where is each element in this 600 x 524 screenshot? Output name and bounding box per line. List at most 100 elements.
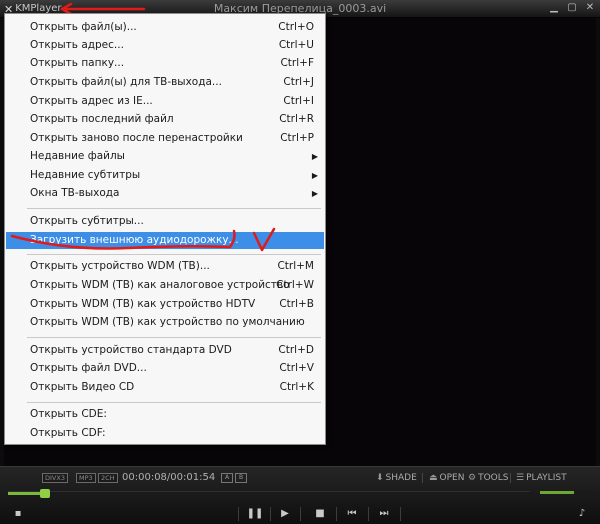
menu-item-open-folder[interactable]: Открыть папку... Ctrl+F xyxy=(6,55,324,72)
volume-bar[interactable] xyxy=(540,491,596,495)
previous-button[interactable]: ⏮ xyxy=(342,507,362,521)
menu-item-label: Открыть файл DVD... xyxy=(30,362,147,374)
menu-item-open-wdm-device[interactable]: Открыть устройство WDM (ТВ)... Ctrl+M xyxy=(6,258,324,275)
menu-item-label: Открыть файл(ы) для ТВ-выхода... xyxy=(30,76,222,88)
menu-item-label: Открыть CDF: xyxy=(30,427,106,439)
menu-item-label: Открыть WDM (ТВ) как устройство HDTV xyxy=(30,298,256,310)
volume-level xyxy=(540,491,574,494)
channels-badge: 2CH xyxy=(98,473,118,483)
menu-item-label: Открыть адрес... xyxy=(30,39,124,51)
menu-item-shortcut: Ctrl+R xyxy=(279,113,314,125)
menu-item-shortcut: Ctrl+O xyxy=(278,21,314,33)
submenu-arrow-icon: ▶ xyxy=(311,152,318,161)
tools-label: TOOLS xyxy=(478,473,509,483)
menu-item-reopen-after-reconfig[interactable]: Открыть заново после перенастройки Ctrl+… xyxy=(6,130,324,147)
menu-item-label: Открыть папку... xyxy=(30,57,125,69)
menu-item-open-url-from-ie[interactable]: Открыть адрес из IE... Ctrl+I xyxy=(6,93,324,110)
video-codec-badge: DIVX3 xyxy=(42,473,68,483)
menu-item-open-dvd-file[interactable]: Открыть файл DVD... Ctrl+V xyxy=(6,360,324,377)
menu-item-open-wdm-analog[interactable]: Открыть WDM (ТВ) как аналоговое устройст… xyxy=(6,277,324,294)
shade-icon: ⬇ xyxy=(376,473,384,483)
divider xyxy=(300,507,301,521)
menu-item-shortcut: Ctrl+K xyxy=(279,381,314,393)
open-button[interactable]: ⏏ OPEN xyxy=(429,472,464,484)
menu-item-open-url[interactable]: Открыть адрес... Ctrl+U xyxy=(6,37,324,54)
menu-item-open-files-tv-out[interactable]: Открыть файл(ы) для ТВ-выхода... Ctrl+J xyxy=(6,74,324,91)
menu-item-label: Открыть устройство стандарта DVD xyxy=(30,344,232,356)
menu-item-label: Открыть WDM (ТВ) как устройство по умолч… xyxy=(30,316,305,328)
red-underline-annotation xyxy=(10,227,276,252)
tools-button[interactable]: ⚙ TOOLS xyxy=(468,472,508,484)
menu-separator xyxy=(27,337,321,338)
seek-bar[interactable] xyxy=(8,489,530,498)
menu-item-shortcut: Ctrl+D xyxy=(278,344,314,356)
next-button[interactable]: ⏭ xyxy=(374,507,394,521)
divider xyxy=(270,507,271,521)
minimize-icon[interactable]: ▁ xyxy=(548,2,560,14)
gear-icon: ⚙ xyxy=(468,473,477,483)
menu-item-label: Открыть адрес из IE... xyxy=(30,95,153,107)
menu-item-open-files[interactable]: Открыть файл(ы)... Ctrl+O xyxy=(6,19,324,36)
menu-item-open-last-file[interactable]: Открыть последний файл Ctrl+R xyxy=(6,111,324,128)
divider xyxy=(422,473,423,483)
kmplayer-window: ✕ KMPlayer Максим Перепелица_0003.avi ▁ … xyxy=(0,0,600,524)
divider xyxy=(400,507,401,521)
stop-button[interactable]: ■ xyxy=(310,507,330,521)
playlist-icon: ☰ xyxy=(516,473,525,483)
divider xyxy=(238,507,239,521)
menu-item-recent-subtitles[interactable]: Недавние субтитры ▶ xyxy=(6,167,324,184)
menu-item-shortcut: Ctrl+B xyxy=(279,298,314,310)
menu-item-label: Открыть устройство WDM (ТВ)... xyxy=(30,260,210,272)
menu-item-label: Открыть Видео CD xyxy=(30,381,135,393)
menu-item-shortcut: Ctrl+U xyxy=(278,39,314,51)
shade-button[interactable]: ⬇ SHADE xyxy=(376,472,417,484)
divider xyxy=(336,507,337,521)
menu-item-shortcut: Ctrl+F xyxy=(280,57,314,69)
time-display[interactable]: 00:00:08/00:01:54 xyxy=(122,472,215,484)
menu-item-recent-files[interactable]: Недавние файлы ▶ xyxy=(6,148,324,165)
menu-item-shortcut: Ctrl+W xyxy=(276,279,314,291)
menu-item-open-wdm-default[interactable]: Открыть WDM (ТВ) как устройство по умолч… xyxy=(6,314,324,331)
menu-item-open-cde[interactable]: Открыть CDE: xyxy=(6,406,324,423)
submenu-arrow-icon: ▶ xyxy=(311,171,318,180)
seek-handle[interactable] xyxy=(39,489,50,498)
menu-separator xyxy=(27,208,321,209)
menu-separator xyxy=(27,402,321,403)
submenu-arrow-icon: ▶ xyxy=(311,189,318,198)
maximize-icon[interactable]: ▢ xyxy=(566,2,578,14)
toggle-icon[interactable]: ▪ xyxy=(8,507,28,521)
menu-item-shortcut: Ctrl+V xyxy=(279,362,314,374)
playlist-button[interactable]: ☰ PLAYLIST xyxy=(516,472,567,484)
eject-icon: ⏏ xyxy=(429,473,438,483)
menu-item-open-dvd-device[interactable]: Открыть устройство стандарта DVD Ctrl+D xyxy=(6,342,324,359)
menu-item-label: Открыть WDM (ТВ) как аналоговое устройст… xyxy=(30,279,290,291)
menu-item-label: Недавние файлы xyxy=(30,150,125,162)
menu-item-label: Открыть заново после перенастройки xyxy=(30,132,243,144)
divider xyxy=(368,507,369,521)
playlist-label: PLAYLIST xyxy=(526,473,567,483)
menu-item-open-wdm-hdtv[interactable]: Открыть WDM (ТВ) как устройство HDTV Ctr… xyxy=(6,296,324,313)
menu-item-shortcut: Ctrl+J xyxy=(283,76,314,88)
menu-item-label: Недавние субтитры xyxy=(30,169,141,181)
pause-button[interactable]: ❚❚ xyxy=(245,507,265,521)
close-icon[interactable]: ✕ xyxy=(584,2,596,14)
menu-item-tv-out-windows[interactable]: Окна ТВ-выхода ▶ xyxy=(6,185,324,202)
divider xyxy=(510,473,511,483)
audio-codec-badge: MP3 xyxy=(76,473,96,483)
repeat-icon[interactable]: A xyxy=(221,473,233,483)
play-button[interactable]: ▶ xyxy=(275,507,295,521)
menu-item-open-cdf[interactable]: Открыть CDF: xyxy=(6,425,324,442)
menu-item-open-video-cd[interactable]: Открыть Видео CD Ctrl+K xyxy=(6,379,324,396)
menu-item-shortcut: Ctrl+I xyxy=(283,95,314,107)
volume-icon[interactable]: ♪ xyxy=(572,507,592,521)
open-label: OPEN xyxy=(439,473,465,483)
shade-label: SHADE xyxy=(385,473,417,483)
menu-item-shortcut: Ctrl+P xyxy=(280,132,314,144)
control-bar: DIVX3 MP3 2CH 00:00:08/00:01:54 A B ⬇ SHA… xyxy=(0,466,600,524)
menu-item-label: Открыть CDE: xyxy=(30,408,107,420)
menu-item-label: Открыть файл(ы)... xyxy=(30,21,137,33)
capture-icon[interactable]: B xyxy=(235,473,247,483)
menu-item-shortcut: Ctrl+M xyxy=(277,260,314,272)
menu-item-label: Окна ТВ-выхода xyxy=(30,187,120,199)
menu-item-label: Открыть последний файл xyxy=(30,113,174,125)
